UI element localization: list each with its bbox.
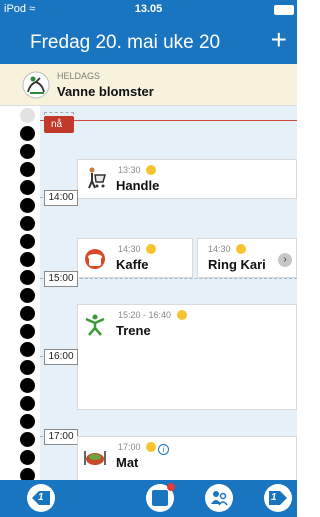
battery-icon [274,5,294,15]
spiral-ring [20,342,35,357]
event-title: Ring Kari [208,257,266,272]
coffee-icon [85,249,105,269]
spiral-ring [20,360,35,375]
spiral-ring [20,108,35,123]
watering-can-icon [22,71,50,99]
all-day-title: Vanne blomster [57,84,154,99]
spiral-ring [20,162,35,177]
spiral-binding [0,106,40,480]
spiral-ring [20,252,35,267]
info-icon[interactable]: i [158,444,170,455]
spiral-ring [20,450,35,465]
hour-line [40,278,297,279]
all-day-event[interactable]: HELDAGS Vanne blomster [0,64,297,106]
add-button[interactable]: + [271,24,287,56]
event-time: 15:20 - 16:40 [118,310,187,320]
spiral-ring [20,126,35,141]
spiral-ring [20,414,35,429]
spiral-ring [20,432,35,447]
event-time: 14:30 [118,244,157,254]
spiral-ring [20,216,35,231]
current-time-line [40,120,297,121]
shopping-cart-icon [88,167,106,189]
event-title: Handle [116,178,160,193]
reminder-icon [146,244,157,254]
event-title: Trene [116,323,151,338]
event-handle[interactable]: 13:30 Handle [77,159,297,199]
previous-day-number: 1 [38,492,44,503]
reminder-icon [176,310,187,320]
event-title: Kaffe [116,257,149,272]
status-time: 13.05 [134,3,163,15]
event-ring-kari[interactable]: 14:30 Ring Kari › [197,238,297,278]
previous-day-button[interactable]: 1 [27,484,55,512]
list-icon [152,490,168,506]
list-button[interactable] [146,483,175,512]
spiral-ring [20,270,35,285]
contacts-icon [211,491,228,506]
event-time: 13:30 [118,165,157,175]
hour-label-16: 16:00 [44,349,78,365]
tab-bar: 1 1 [0,480,297,517]
spiral-ring [20,324,35,339]
spiral-ring [20,198,35,213]
all-day-label: HELDAGS [57,71,101,81]
spiral-ring [20,378,35,393]
event-trene[interactable]: 15:20 - 16:40 Trene [77,304,297,410]
hour-label-15: 15:00 [44,271,78,287]
meal-icon [84,451,106,465]
spiral-ring [20,306,35,321]
spiral-ring [20,180,35,195]
event-title: Mat [116,455,139,470]
spiral-ring [20,288,35,303]
hour-label-14: 14:00 [44,190,78,206]
event-time: 17:00 i [118,442,170,455]
event-time: 14:30 [208,244,247,254]
spiral-ring [20,234,35,249]
status-bar: iPod ≈ 13.05 [0,0,297,20]
next-day-number: 1 [271,492,277,503]
reminder-icon [146,442,157,452]
more-events-icon[interactable]: › [278,253,292,267]
event-kaffe[interactable]: 14:30 Kaffe [77,238,193,278]
reminder-icon [236,244,247,254]
event-mat[interactable]: 17:00 i Mat [77,436,297,480]
spiral-ring [20,144,35,159]
current-time-badge: nå [44,116,74,133]
spiral-ring [20,468,35,480]
reminder-icon [146,165,157,175]
contacts-button[interactable] [205,484,233,512]
header: Fredag 20. mai uke 20 + [0,20,297,64]
exercise-icon [85,314,105,336]
page-title: Fredag 20. mai uke 20 [30,32,221,53]
day-timeline[interactable]: nå 13:30 Handle 14:00 14:30 Kaffe 14:30 … [0,106,297,480]
next-day-button[interactable]: 1 [264,484,292,512]
hour-label-17: 17:00 [44,429,78,445]
spiral-ring [20,396,35,411]
notification-badge [167,483,175,491]
